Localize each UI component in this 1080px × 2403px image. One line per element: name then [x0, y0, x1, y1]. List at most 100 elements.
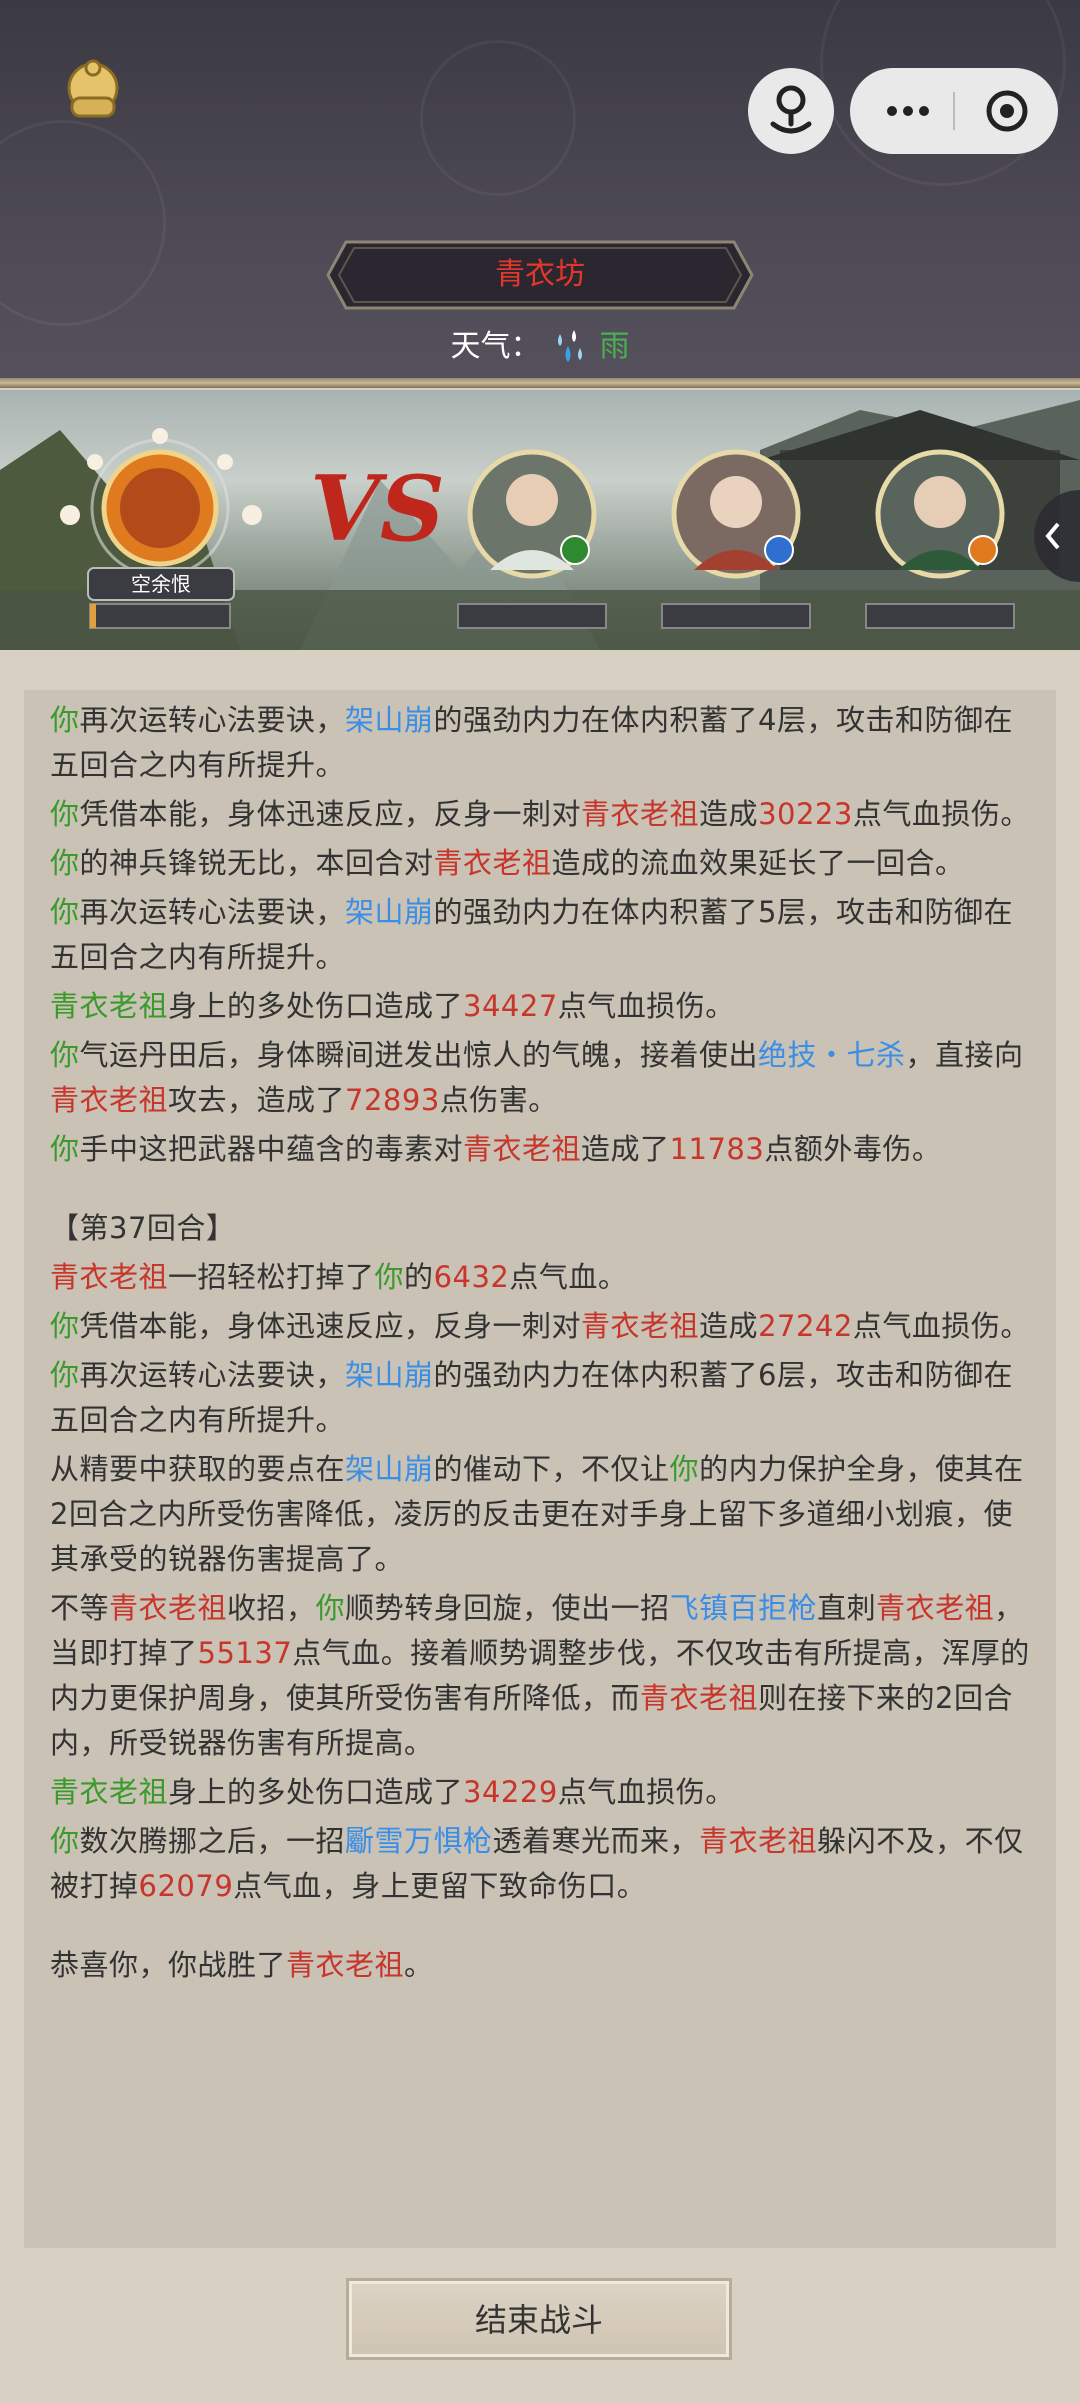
log-line: 你手中这把武器中蕴含的毒素对青衣老祖造成了11783点额外毒伤。: [50, 1127, 1040, 1172]
log-segment: 点伤害。: [439, 1083, 558, 1117]
log-segment: 青衣老祖: [581, 1309, 700, 1343]
log-segment: 青衣老祖: [286, 1948, 405, 1982]
log-segment: 顺势转身回旋，使出一招: [345, 1591, 670, 1625]
log-segment: 架山崩: [345, 895, 434, 929]
header-border: [0, 378, 1080, 388]
log-segment: 的神兵锋锐无比，本回合对: [79, 846, 434, 880]
log-segment: 身上的多处伤口造成了: [168, 989, 464, 1023]
log-segment: 你: [50, 1132, 80, 1166]
battle-log: 你再次运转心法要诀，架山崩的强劲内力在体内积蓄了4层，攻击和防御在五回合之内有所…: [24, 690, 1056, 2248]
player-hp-bar: [89, 603, 231, 629]
log-segment: 青衣老祖: [50, 1083, 169, 1117]
log-segment: 你: [374, 1260, 405, 1294]
log-segment: 你: [50, 797, 80, 831]
log-line: 青衣老祖身上的多处伤口造成了34229点气血损伤。: [50, 1770, 1040, 1815]
log-segment: 62079: [138, 1869, 234, 1903]
log-line: 【第37回合】: [50, 1206, 1040, 1251]
log-segment: 造成: [699, 1309, 759, 1343]
end-battle-button[interactable]: 结束战斗: [346, 2278, 732, 2360]
log-segment: 造成: [699, 797, 759, 831]
log-segment: 飞镇百拒枪: [669, 1591, 818, 1625]
battle-scene: VS: [0, 390, 1080, 650]
log-segment: 30223: [758, 797, 853, 831]
log-segment: 收招，: [227, 1591, 316, 1625]
helmet-avatar-icon[interactable]: [58, 58, 128, 128]
enemy-portrait-2[interactable]: [671, 449, 801, 579]
log-line: 你气运丹田后，身体瞬间迸发出惊人的气魄，接着使出绝技・七杀，直接向青衣老祖攻去，…: [50, 1033, 1040, 1123]
log-segment: 凭借本能，身体迅速反应，反身一刺对: [79, 1309, 582, 1343]
log-segment: 身上的多处伤口造成了: [168, 1775, 464, 1809]
log-segment: 点气血损伤。: [852, 797, 1030, 831]
log-segment: 恭喜你，你战胜了: [50, 1948, 287, 1982]
log-line: 恭喜你，你战胜了青衣老祖。: [50, 1943, 1040, 1988]
log-line: 从精要中获取的要点在架山崩的催动下，不仅让你的内力保护全身，使其在2回合之内所受…: [50, 1447, 1040, 1582]
enemy-portrait-1[interactable]: [467, 449, 597, 579]
log-segment: 造成了: [581, 1132, 670, 1166]
log-segment: 数次腾挪之后，一招: [79, 1824, 346, 1858]
log-line: 你数次腾挪之后，一招斸雪万惧枪透着寒光而来，青衣老祖躲闪不及，不仅被打掉6207…: [50, 1819, 1040, 1909]
log-segment: 你: [669, 1452, 700, 1486]
log-segment: 你: [50, 1038, 80, 1072]
log-segment: 27242: [758, 1309, 853, 1343]
log-segment: ，直接向: [905, 1038, 1024, 1072]
log-segment: 你: [50, 703, 80, 737]
log-segment: 透着寒光而来，: [492, 1824, 700, 1858]
log-segment: 的催动下，不仅让: [433, 1452, 670, 1486]
enemy-hp-bar-1: [457, 603, 607, 629]
log-segment: 。: [404, 1948, 434, 1982]
log-segment: 青衣老祖: [50, 989, 169, 1023]
log-line: 不等青衣老祖收招，你顺势转身回旋，使出一招飞镇百拒枪直刺青衣老祖，当即打掉了55…: [50, 1586, 1040, 1766]
log-segment: 再次运转心法要诀，: [79, 895, 346, 929]
log-segment: 斸雪万惧枪: [345, 1824, 493, 1858]
player-name: 空余恨: [131, 572, 191, 596]
log-segment: 青衣老祖: [876, 1591, 995, 1625]
log-spacer: [50, 1913, 1040, 1943]
log-segment: 青衣老祖: [50, 1775, 169, 1809]
log-segment: 你: [50, 846, 80, 880]
battle-log-text: 你再次运转心法要诀，架山崩的强劲内力在体内积蓄了4层，攻击和防御在五回合之内有所…: [50, 690, 1040, 1992]
log-segment: 点气血。: [509, 1260, 628, 1294]
log-segment: 一招轻松打掉了: [168, 1260, 375, 1294]
log-segment: 不等: [50, 1591, 110, 1625]
log-line: 你凭借本能，身体迅速反应，反身一刺对青衣老祖造成27242点气血损伤。: [50, 1304, 1040, 1349]
log-segment: 青衣老祖: [699, 1824, 818, 1858]
vs-emblem: VS: [310, 456, 445, 562]
enemy-hp-bar-3: [865, 603, 1015, 629]
log-segment: 绝技・七杀: [758, 1038, 906, 1072]
log-segment: 凭借本能，身体迅速反应，反身一刺对: [79, 797, 582, 831]
log-segment: 攻去，造成了: [168, 1083, 346, 1117]
rain-drops-icon: [558, 329, 582, 362]
log-segment: 青衣老祖: [581, 797, 700, 831]
log-segment: 55137: [197, 1636, 293, 1670]
log-segment: 架山崩: [345, 1358, 434, 1392]
log-segment: 6432: [433, 1260, 510, 1294]
log-segment: 青衣老祖: [50, 1260, 169, 1294]
log-segment: 造成的流血效果延长了一回合。: [551, 846, 965, 880]
log-segment: 你: [50, 895, 80, 929]
more-icon[interactable]: [887, 106, 929, 116]
log-segment: 点气血损伤。: [557, 1775, 735, 1809]
mini-program-share-button[interactable]: [748, 68, 834, 154]
log-segment: 你: [50, 1309, 80, 1343]
close-target-icon[interactable]: [986, 90, 1028, 132]
log-segment: 72893: [345, 1083, 440, 1117]
log-segment: 从精要中获取的要点在: [50, 1452, 346, 1486]
log-segment: 再次运转心法要诀，: [79, 1358, 346, 1392]
enemy-portrait-3[interactable]: [875, 449, 1005, 579]
log-line: 你再次运转心法要诀，架山崩的强劲内力在体内积蓄了4层，攻击和防御在五回合之内有所…: [50, 698, 1040, 788]
log-segment: 青衣老祖: [463, 1132, 582, 1166]
log-segment: 【第37回合】: [50, 1211, 236, 1245]
log-segment: 的: [404, 1260, 434, 1294]
log-segment: 你: [50, 1358, 80, 1392]
log-segment: 点气血，身上更留下致命伤口。: [233, 1869, 647, 1903]
log-segment: 青衣老祖: [640, 1681, 759, 1715]
log-segment: 点气血损伤。: [852, 1309, 1030, 1343]
mini-program-capsule: [850, 68, 1058, 154]
log-segment: 青衣老祖: [433, 846, 552, 880]
log-segment: 你: [50, 1824, 80, 1858]
log-segment: 架山崩: [345, 1452, 434, 1486]
weather-indicator: 天气： 雨: [0, 322, 1080, 372]
log-segment: 点额外毒伤。: [764, 1132, 942, 1166]
log-segment: 气运丹田后，身体瞬间迸发出惊人的气魄，接着使出: [79, 1038, 759, 1072]
log-segment: 34229: [463, 1775, 558, 1809]
